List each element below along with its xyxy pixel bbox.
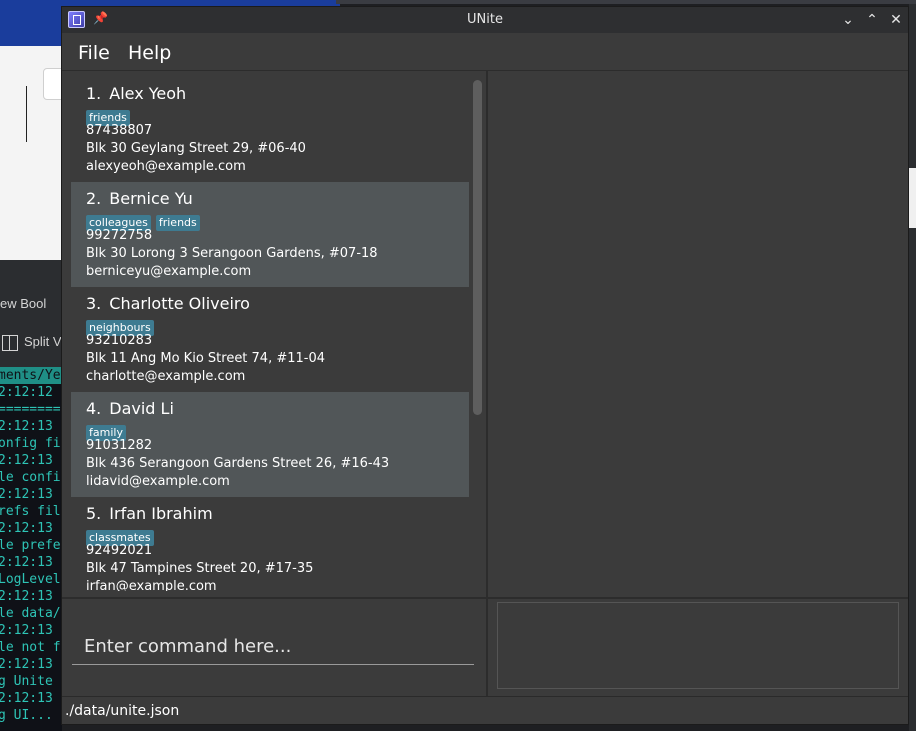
- console-line: 2:12:13: [0, 657, 53, 672]
- person-phone: 92492021: [86, 543, 153, 558]
- person-card[interactable]: 3. Charlotte Oliveiro neighbours 93210283 Bl…: [71, 287, 469, 392]
- person-index: 1.: [86, 84, 102, 103]
- person-index: 3.: [86, 294, 102, 313]
- background-right-window: [909, 4, 916, 731]
- status-file-path: ./data/unite.json: [65, 703, 180, 719]
- console-line: 2:12:13: [0, 623, 53, 638]
- person-email: lidavid@example.com: [86, 474, 230, 489]
- menu-file[interactable]: File: [78, 42, 110, 64]
- result-panel: [488, 599, 908, 694]
- command-input[interactable]: [72, 629, 474, 665]
- result-display[interactable]: [497, 602, 899, 689]
- title-bar[interactable]: 📌 UNite ⌄ ⌃ ✕: [62, 7, 908, 33]
- console-line: onfig fi: [0, 436, 61, 451]
- person-name: 4. David Li: [86, 399, 174, 418]
- person-email: alexyeoh@example.com: [86, 159, 246, 174]
- person-name-text: Alex Yeoh: [109, 84, 187, 103]
- console-line: 2:12:13: [0, 589, 53, 604]
- tag-list: classmates: [86, 526, 159, 546]
- background-white-fragment: [909, 168, 916, 228]
- console-line: 2:12:13: [0, 453, 53, 468]
- person-email: berniceyu@example.com: [86, 264, 252, 279]
- background-split-view: Split V: [2, 334, 62, 351]
- detail-panel: [488, 71, 908, 597]
- background-browser-panel: [0, 46, 75, 260]
- console-line: 2:12:13: [0, 419, 53, 434]
- console-line: 2:12:13: [0, 691, 53, 706]
- background-split-label: Split V: [24, 334, 62, 349]
- person-address: Blk 11 Ang Mo Kio Street 74, #11-04: [86, 351, 326, 366]
- tag-list: family: [86, 421, 131, 441]
- person-phone: 99272758: [86, 228, 153, 243]
- person-name-text: Bernice Yu: [109, 189, 193, 208]
- person-address: Blk 30 Geylang Street 29, #06-40: [86, 141, 306, 156]
- background-ide-menu: ew Bool: [0, 296, 47, 311]
- person-phone: 93210283: [86, 333, 153, 348]
- person-name-text: Irfan Ibrahim: [109, 504, 213, 523]
- background-window-strip: [336, 0, 916, 4]
- person-index: 2.: [86, 189, 102, 208]
- console-line: le prefe: [0, 538, 61, 553]
- person-phone: 91031282: [86, 438, 153, 453]
- person-index: 4.: [86, 399, 102, 418]
- person-name-text: Charlotte Oliveiro: [109, 294, 250, 313]
- person-name: 1. Alex Yeoh: [86, 84, 186, 103]
- person-name: 5. Irfan Ibrahim: [86, 504, 213, 523]
- console-line: LogLevel: [0, 572, 61, 587]
- console-line: 2:12:13: [0, 487, 53, 502]
- tag-list: colleagues friends: [86, 211, 205, 231]
- person-list-panel: 1. Alex Yeoh friends 87438807 Blk 30 Geylang…: [62, 71, 486, 597]
- person-card[interactable]: 2. Bernice Yu colleagues friends 99272758 Blk…: [71, 182, 469, 287]
- command-box-panel: [62, 599, 486, 694]
- maximize-icon[interactable]: ⌃: [862, 10, 882, 30]
- tag-list: neighbours: [86, 316, 159, 336]
- console-line: ========: [0, 402, 61, 417]
- background-console: ments/Ye 2:12:12 ======== 2:12:13 onfig fi 2:…: [0, 367, 62, 731]
- person-card[interactable]: 4. David Li family 91031282 Blk 436 Serangoo…: [71, 392, 469, 497]
- app-window: 📌 UNite ⌄ ⌃ ✕ File Help 1. Alex Yeoh frien…: [61, 6, 909, 725]
- tag-list: friends: [86, 106, 135, 126]
- window-title: UNite: [467, 12, 503, 27]
- tag-badge: friends: [155, 215, 200, 231]
- person-address: Blk 30 Lorong 3 Serangoon Gardens, #07-1…: [86, 246, 378, 261]
- console-line: g UI...: [0, 708, 53, 723]
- list-scrollbar[interactable]: [473, 80, 482, 415]
- background-text-caret: [26, 86, 27, 142]
- person-name: 3. Charlotte Oliveiro: [86, 294, 250, 313]
- split-view-icon: [2, 334, 18, 351]
- menu-help[interactable]: Help: [128, 42, 171, 64]
- console-line: ments/Ye: [0, 367, 62, 384]
- person-email: charlotte@example.com: [86, 369, 246, 384]
- person-index: 5.: [86, 504, 102, 523]
- person-card[interactable]: 5. Irfan Ibrahim classmates 92492021 Blk 47 …: [71, 497, 469, 591]
- person-list[interactable]: 1. Alex Yeoh friends 87438807 Blk 30 Geylang…: [71, 77, 469, 591]
- console-line: le data/: [0, 606, 61, 621]
- person-email: irfan@example.com: [86, 579, 217, 591]
- minimize-icon[interactable]: ⌄: [838, 10, 858, 30]
- person-name: 2. Bernice Yu: [86, 189, 193, 208]
- console-line: refs fil: [0, 504, 61, 519]
- person-address: Blk 436 Serangoon Gardens Street 26, #16…: [86, 456, 390, 471]
- close-icon[interactable]: ✕: [886, 10, 906, 30]
- console-line: 2:12:13: [0, 521, 53, 536]
- person-address: Blk 47 Tampines Street 20, #17-35: [86, 561, 314, 576]
- person-card[interactable]: 1. Alex Yeoh friends 87438807 Blk 30 Geylang…: [71, 77, 469, 182]
- person-name-text: David Li: [109, 399, 174, 418]
- console-line: 2:12:13: [0, 555, 53, 570]
- person-phone: 87438807: [86, 123, 153, 138]
- console-line: le confi: [0, 470, 61, 485]
- console-line: le not f: [0, 640, 61, 655]
- status-bar: ./data/unite.json: [62, 696, 908, 724]
- console-line: g Unite: [0, 674, 53, 689]
- console-line: 2:12:12: [0, 385, 53, 400]
- menu-bar: File Help: [62, 33, 908, 71]
